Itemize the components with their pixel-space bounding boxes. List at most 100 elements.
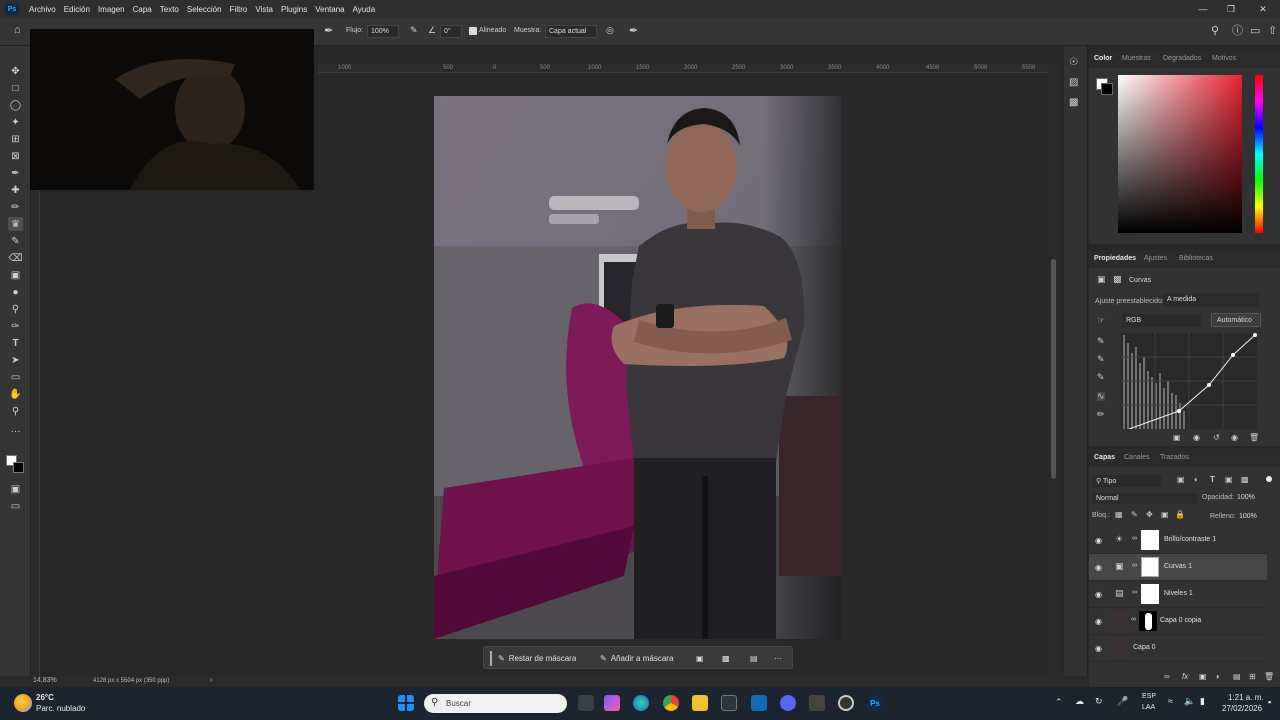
layer-effects-icon[interactable]: fx bbox=[1182, 673, 1188, 681]
more-tools-icon[interactable]: ··· bbox=[8, 424, 23, 438]
channel-select[interactable]: RGB bbox=[1122, 314, 1202, 327]
frame-tool-icon[interactable]: ⊠ bbox=[8, 149, 23, 163]
opacity-field[interactable]: 100% bbox=[1237, 494, 1255, 501]
marquee-tool-icon[interactable]: □ bbox=[8, 81, 23, 95]
discord-icon[interactable] bbox=[780, 695, 796, 711]
layer-row-brillo-contraste[interactable]: ◉ ☀ ∞ Brillo/contraste 1 bbox=[1089, 527, 1267, 554]
tab-motivos[interactable]: Motivos bbox=[1212, 55, 1236, 62]
menu-plugins[interactable]: Plugins bbox=[277, 5, 311, 14]
refine-mask-icon[interactable]: ▩ bbox=[716, 651, 736, 666]
filter-adjustment-icon[interactable]: ◐ bbox=[1194, 476, 1199, 484]
sync-icon[interactable]: ↻ bbox=[1095, 696, 1103, 707]
tab-trazados[interactable]: Trazados bbox=[1160, 454, 1189, 461]
fill-field[interactable]: 100% bbox=[1239, 513, 1257, 520]
info-panel-icon[interactable]: ▨ bbox=[1069, 78, 1078, 88]
pressure-icon[interactable]: ✎ bbox=[410, 26, 418, 35]
document-photo[interactable] bbox=[434, 96, 841, 639]
tab-capas[interactable]: Capas bbox=[1094, 454, 1115, 461]
language-top[interactable]: ESP bbox=[1142, 693, 1156, 700]
background-color-swatch[interactable] bbox=[13, 462, 24, 473]
filter-smart-icon[interactable]: ▩ bbox=[1241, 476, 1249, 484]
move-tool-icon[interactable]: ✥ bbox=[8, 64, 23, 78]
add-mask-icon[interactable]: ▣ bbox=[1199, 673, 1207, 681]
preset-select[interactable]: A medida bbox=[1163, 294, 1259, 306]
layer-mask-thumbnail[interactable] bbox=[1141, 557, 1159, 577]
brush-tool-icon[interactable]: ✏ bbox=[8, 200, 23, 214]
eye-icon[interactable]: ◉ bbox=[1095, 563, 1102, 572]
layer-row-curvas[interactable]: ◉ ▣ ∞ Curvas 1 bbox=[1089, 554, 1267, 581]
layer-row-capa0[interactable]: ◉ Capa 0 bbox=[1089, 635, 1267, 662]
menu-filtro[interactable]: Filtro bbox=[226, 5, 252, 14]
help-icon[interactable]: ⓘ bbox=[1232, 26, 1243, 37]
link-icon[interactable]: ∞ bbox=[1132, 535, 1137, 542]
tab-color[interactable]: Color bbox=[1094, 55, 1112, 62]
reset-icon[interactable]: ↺ bbox=[1213, 434, 1220, 442]
eyedropper-tool-icon[interactable]: ✒ bbox=[8, 166, 23, 180]
store-icon[interactable] bbox=[721, 695, 737, 711]
taskbar-search-input[interactable]: ⚲ Buscar bbox=[424, 694, 567, 713]
mask-icon[interactable]: ▩ bbox=[1113, 275, 1122, 284]
menu-capa[interactable]: Capa bbox=[129, 5, 156, 14]
menu-ayuda[interactable]: Ayuda bbox=[349, 5, 380, 14]
link-layers-icon[interactable]: ∞ bbox=[1164, 673, 1170, 681]
new-layer-icon[interactable]: ⊞ bbox=[1249, 673, 1256, 681]
alineado-checkbox[interactable] bbox=[469, 27, 477, 35]
close-button[interactable]: ✕ bbox=[1248, 0, 1278, 18]
menu-seleccion[interactable]: Selección bbox=[183, 5, 226, 14]
path-select-tool-icon[interactable]: ➤ bbox=[8, 353, 23, 367]
clock-date[interactable]: 27/02/2026 bbox=[1222, 704, 1262, 713]
tab-muestras[interactable]: Muestras bbox=[1122, 55, 1151, 62]
onedrive-icon[interactable]: ☁ bbox=[1075, 696, 1084, 707]
menu-vista[interactable]: Vista bbox=[251, 5, 277, 14]
menu-imagen[interactable]: Imagen bbox=[94, 5, 129, 14]
filter-shape-icon[interactable]: ▣ bbox=[1225, 476, 1233, 484]
edge-icon[interactable] bbox=[633, 695, 649, 711]
visibility-icon[interactable]: ◉ bbox=[1231, 434, 1238, 442]
layer-row-capa0-copia[interactable]: ◉ ∞ Capa 0 copia bbox=[1089, 608, 1267, 635]
tray-chevron-icon[interactable]: ⌃ bbox=[1055, 697, 1063, 708]
capture-app-icon[interactable] bbox=[838, 695, 854, 711]
tab-bibliotecas[interactable]: Bibliotecas bbox=[1179, 255, 1213, 262]
curves-graph[interactable] bbox=[1121, 333, 1257, 429]
blend-mode-select[interactable]: Normal bbox=[1092, 493, 1198, 504]
weather-temp[interactable]: 26°C bbox=[36, 693, 54, 702]
tab-propiedades[interactable]: Propiedades bbox=[1094, 255, 1136, 262]
lock-all-icon[interactable]: 🔒 bbox=[1175, 511, 1185, 519]
share-icon[interactable]: ⇧ bbox=[1268, 26, 1277, 37]
color-picker-field[interactable] bbox=[1118, 75, 1242, 233]
curve-point-tool-icon[interactable]: ∿ bbox=[1097, 392, 1105, 401]
minimize-button[interactable]: — bbox=[1188, 0, 1218, 18]
more-options-button[interactable]: ··· bbox=[768, 651, 788, 666]
tab-degradados[interactable]: Degradados bbox=[1163, 55, 1201, 62]
layer-name[interactable]: Niveles 1 bbox=[1164, 590, 1193, 597]
view-previous-icon[interactable]: ◉ bbox=[1193, 434, 1200, 442]
panel-background-swatch[interactable] bbox=[1101, 83, 1113, 95]
menu-texto[interactable]: Texto bbox=[156, 5, 183, 14]
eye-icon[interactable]: ◉ bbox=[1095, 617, 1102, 626]
restar-mascara-button[interactable]: ✎ Restar de máscara bbox=[490, 651, 582, 666]
eye-icon[interactable]: ◉ bbox=[1095, 590, 1102, 599]
language-bottom[interactable]: LAA bbox=[1142, 704, 1155, 711]
filter-pixel-icon[interactable]: ▣ bbox=[1177, 476, 1185, 484]
gradient-tool-icon[interactable]: ▣ bbox=[8, 268, 23, 282]
weather-icon[interactable] bbox=[14, 694, 32, 712]
type-tool-icon[interactable]: T bbox=[8, 336, 23, 350]
outlook-icon[interactable] bbox=[751, 695, 767, 711]
notifications-icon[interactable]: ▪ bbox=[1268, 697, 1271, 707]
microphone-icon[interactable]: 🎤 bbox=[1117, 696, 1128, 707]
status-expand-icon[interactable]: › bbox=[210, 677, 212, 684]
layer-name[interactable]: Curvas 1 bbox=[1164, 563, 1192, 570]
angle-field[interactable]: 0° bbox=[440, 25, 462, 38]
tab-canales[interactable]: Canales bbox=[1124, 454, 1150, 461]
eye-icon[interactable]: ◉ bbox=[1095, 644, 1102, 653]
layer-mask-thumbnail[interactable] bbox=[1141, 530, 1159, 550]
tab-ajustes[interactable]: Ajustes bbox=[1144, 255, 1167, 262]
hand-tool-icon[interactable]: ✋ bbox=[8, 387, 23, 401]
history-panel-icon[interactable]: ☉ bbox=[1069, 58, 1078, 68]
filter-type-icon[interactable]: T bbox=[1210, 476, 1215, 484]
airbrush-icon[interactable]: ✒ bbox=[324, 26, 333, 37]
search-icon[interactable]: ⚲ bbox=[1211, 26, 1219, 37]
filter-toggle[interactable] bbox=[1266, 476, 1272, 482]
volume-icon[interactable]: 🔈 bbox=[1184, 696, 1195, 707]
eraser-tool-icon[interactable]: ⌫ bbox=[8, 251, 23, 265]
